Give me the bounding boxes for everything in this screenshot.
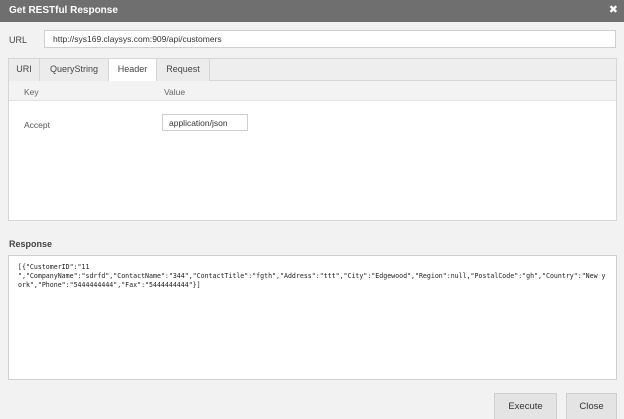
close-icon[interactable]: ✖: [609, 3, 618, 16]
execute-button[interactable]: Execute: [494, 393, 557, 419]
close-button[interactable]: Close: [566, 393, 617, 419]
column-value: Value: [164, 87, 186, 97]
header-row-key: Accept: [24, 120, 50, 130]
response-label: Response: [9, 239, 53, 249]
response-body[interactable]: [{"CustomerID":"11 ","CompanyName":"sdrf…: [8, 255, 617, 380]
tab-header[interactable]: Header: [109, 59, 157, 82]
header-grid-header: Key Value: [9, 81, 616, 101]
header-row-value-input[interactable]: [162, 114, 248, 131]
column-key: Key: [24, 87, 39, 97]
title-bar: Get RESTful Response ✖: [0, 0, 624, 22]
url-input[interactable]: [44, 30, 616, 48]
url-label: URL: [9, 35, 28, 45]
tab-request[interactable]: Request: [157, 59, 210, 81]
tab-querystring[interactable]: QueryString: [40, 59, 109, 81]
window-title: Get RESTful Response: [9, 5, 118, 16]
tab-bar: URI QueryString Header Request: [9, 59, 616, 82]
request-panel: URI QueryString Header Request Key Value…: [8, 58, 617, 221]
tab-uri[interactable]: URI: [9, 59, 40, 81]
